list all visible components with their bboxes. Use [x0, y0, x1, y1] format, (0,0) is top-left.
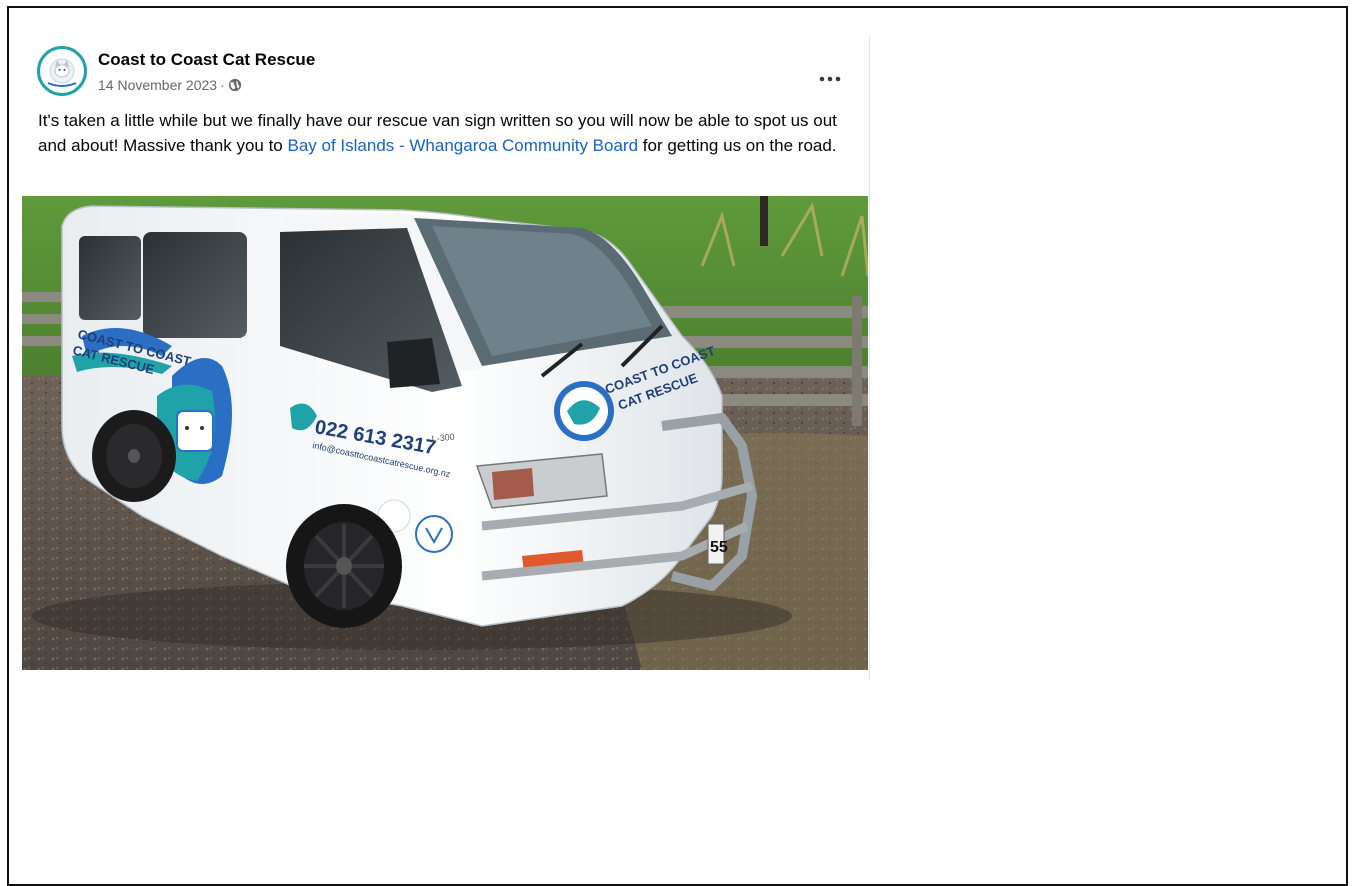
more-options-icon — [819, 76, 841, 82]
facebook-post: Coast to Coast Cat Rescue 14 November 20… — [22, 36, 870, 680]
post-text: It's taken a little while but we finally… — [38, 108, 848, 158]
cat-logo-icon — [42, 51, 82, 91]
rear-wheel — [92, 410, 176, 502]
page-name-link[interactable]: Coast to Coast Cat Rescue — [98, 50, 315, 70]
page-avatar[interactable] — [37, 46, 87, 96]
post-date[interactable]: 14 November 2023 — [98, 77, 217, 93]
post-meta: 14 November 2023 · — [98, 77, 242, 93]
meta-separator: · — [220, 77, 225, 93]
post-header: Coast to Coast Cat Rescue 14 November 20… — [37, 46, 869, 98]
post-text-end: for getting us on the road. — [638, 136, 837, 155]
globe-icon — [228, 78, 242, 92]
post-photo[interactable]: COAST TO COAST CAT RESCUE 022 613 2317 i… — [22, 196, 868, 670]
van-photo: COAST TO COAST CAT RESCUE 022 613 2317 i… — [22, 196, 868, 670]
plate-fragment: 55 — [710, 539, 728, 556]
front-wheel — [286, 504, 402, 628]
more-options-button[interactable] — [813, 64, 847, 94]
community-board-link[interactable]: Bay of Islands - Whangaroa Community Boa… — [288, 136, 639, 155]
